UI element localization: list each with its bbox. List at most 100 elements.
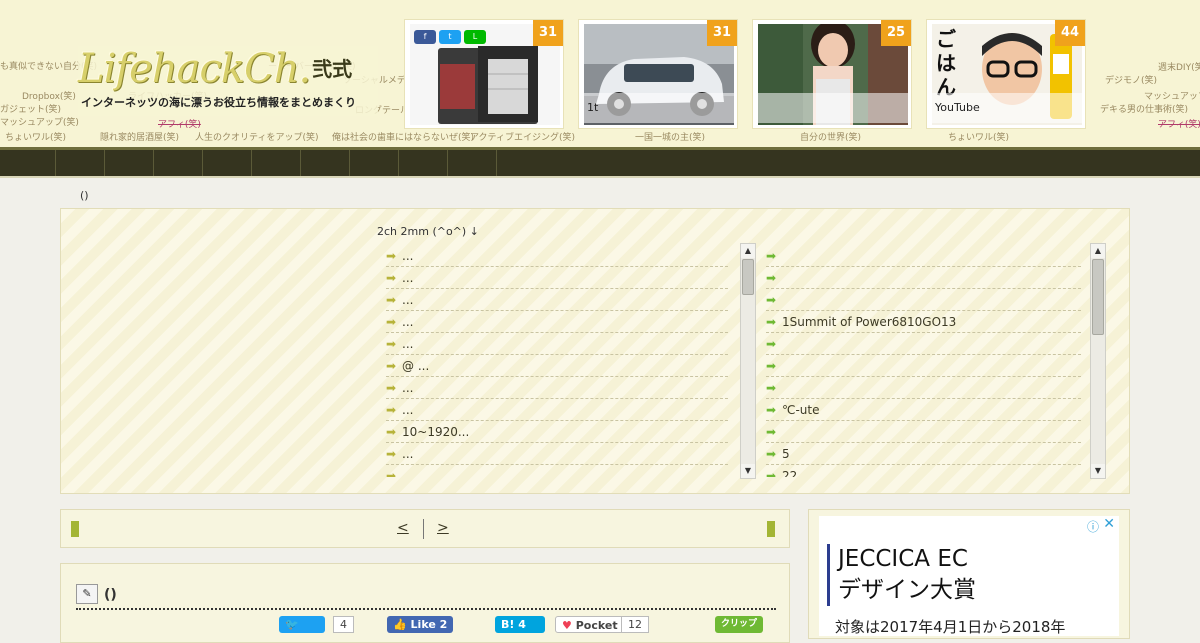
header-tag: デキる男の仕事術(笑) bbox=[1100, 105, 1189, 115]
arrow-icon: ➡ bbox=[386, 249, 397, 263]
arrow-icon: ➡ bbox=[386, 271, 397, 285]
scroll-down-arrow-icon[interactable]: ▼ bbox=[1091, 464, 1105, 478]
rss-list-item[interactable]: ➡ bbox=[766, 421, 1081, 443]
ad-banner[interactable]: ⓘ ✕ JECCICA EC デザイン大賞 対象は2017年4月1日から2018… bbox=[819, 516, 1119, 636]
header-tag: ガジェット(笑) bbox=[0, 105, 62, 115]
arrow-icon: ➡ bbox=[386, 337, 397, 351]
svg-text:は: は bbox=[936, 51, 956, 75]
rss-item-title: ... bbox=[402, 315, 414, 329]
rss-item-title: ... bbox=[402, 293, 414, 307]
header-tag: Dropbox(笑) bbox=[22, 92, 76, 102]
rss-list-item[interactable]: ➡ 5 bbox=[766, 443, 1081, 465]
tweet-button[interactable]: 🐦 bbox=[279, 616, 325, 633]
rss-list-item[interactable]: ➡ ℃-ute bbox=[766, 399, 1081, 421]
site-logo[interactable]: LifehackCh. 弐式 インターネッツの海に漂うお役立ち情報をまとめまくり bbox=[78, 46, 378, 116]
rss-list-item[interactable]: ➡ 22 bbox=[766, 465, 1081, 477]
rss-list-right: ➡ ➡ ➡ ➡ 1Summit of Power6810GO13 ➡ ➡ ➡ ➡ ℃-ute ➡ ➡ 5… bbox=[766, 245, 1081, 477]
hatena-bookmark-button[interactable]: B! 4 bbox=[495, 616, 545, 633]
header-tag: ちょいワル(笑) bbox=[5, 133, 67, 143]
header-tag: 俺は社会の歯車にはならないぜ(笑) bbox=[332, 133, 475, 143]
thumbs-up-icon: 👍 bbox=[393, 618, 407, 631]
header-tag: 一国一城の主(笑) bbox=[635, 133, 706, 143]
ad-headline: JECCICA EC デザイン大賞 bbox=[827, 544, 976, 606]
rss-list-item[interactable]: ➡ 10~1920... bbox=[386, 421, 728, 443]
nav-item[interactable] bbox=[399, 150, 448, 176]
svg-text:ご: ご bbox=[936, 27, 956, 51]
twitter-icon[interactable]: t bbox=[439, 30, 461, 44]
arrow-icon: ➡ bbox=[386, 381, 397, 395]
scroll-up-arrow-icon[interactable]: ▲ bbox=[741, 244, 755, 258]
arrow-icon: ➡ bbox=[766, 249, 777, 263]
header-tag: マッシュアップ(笑) bbox=[1144, 92, 1200, 102]
arrow-icon: ➡ bbox=[386, 293, 397, 307]
nav-item[interactable] bbox=[350, 150, 399, 176]
scroll-thumb[interactable] bbox=[742, 259, 754, 295]
facebook-like-button[interactable]: 👍 Like 2 bbox=[387, 616, 454, 633]
rss-item-title: @ ... bbox=[402, 359, 430, 373]
arrow-icon: ➡ bbox=[766, 425, 777, 439]
rss-list-item[interactable]: ➡ bbox=[766, 333, 1081, 355]
twitter-bird-icon: 🐦 bbox=[285, 618, 299, 631]
rss-item-title: ... bbox=[402, 447, 414, 461]
rss-left-scrollbar[interactable]: ▲ ▼ bbox=[740, 243, 756, 479]
facebook-icon[interactable]: f bbox=[414, 30, 436, 44]
ad-info-icon[interactable]: ⓘ bbox=[1087, 518, 1099, 535]
article-title-text: () bbox=[104, 587, 117, 603]
rss-list-item[interactable]: ➡ bbox=[766, 377, 1081, 399]
nav-item[interactable] bbox=[154, 150, 203, 176]
logo-text: LifehackCh. bbox=[78, 46, 311, 92]
rss-heading: 2ch 2mm (^o^) ↓ bbox=[377, 225, 479, 238]
card-caption bbox=[758, 93, 908, 123]
breadcrumb[interactable]: () bbox=[80, 189, 89, 202]
card-caption: YouTube bbox=[932, 93, 1082, 123]
nav-item[interactable] bbox=[252, 150, 301, 176]
scroll-thumb[interactable] bbox=[1092, 259, 1104, 335]
pager-separator bbox=[423, 519, 424, 539]
rss-list-item[interactable]: ➡ 1Summit of Power6810GO13 bbox=[766, 311, 1081, 333]
featured-card-1[interactable]: ftL 31 bbox=[404, 19, 564, 129]
nav-item[interactable] bbox=[0, 150, 56, 176]
rss-list-item[interactable]: ➡... bbox=[386, 245, 728, 267]
rss-list-item[interactable]: ➡... bbox=[386, 465, 728, 477]
rss-list-item[interactable]: ➡... bbox=[386, 377, 728, 399]
rss-right-scrollbar[interactable]: ▲ ▼ bbox=[1090, 243, 1106, 479]
arrow-icon: ➡ bbox=[766, 337, 777, 351]
scroll-down-arrow-icon[interactable]: ▼ bbox=[741, 464, 755, 478]
header-tag: 人生のクオリティをアップ(笑) bbox=[195, 133, 319, 143]
rss-item-title: 22 bbox=[782, 469, 798, 477]
rss-list-item[interactable]: ➡... bbox=[386, 333, 728, 355]
rss-item-title: ... bbox=[402, 271, 414, 285]
nav-item[interactable] bbox=[301, 150, 350, 176]
rss-list-item[interactable]: ➡ bbox=[766, 355, 1081, 377]
rss-list-item[interactable]: ➡... bbox=[386, 399, 728, 421]
prev-article-link[interactable]: < bbox=[397, 520, 409, 536]
rss-list-item[interactable]: ➡ @ ... bbox=[386, 355, 728, 377]
next-article-link[interactable]: > bbox=[437, 520, 509, 536]
arrow-icon: ➡ bbox=[386, 469, 397, 477]
rss-list-item[interactable]: ➡ bbox=[766, 245, 1081, 267]
rss-list-item[interactable]: ➡ bbox=[766, 267, 1081, 289]
featured-card-2[interactable]: 31 1t bbox=[578, 19, 738, 129]
scroll-up-arrow-icon[interactable]: ▲ bbox=[1091, 244, 1105, 258]
card-caption: 1t bbox=[584, 93, 734, 123]
nav-item[interactable] bbox=[105, 150, 154, 176]
featured-card-4[interactable]: ご は ん 44 YouTube bbox=[926, 19, 1086, 129]
rss-item-title: 5 bbox=[782, 447, 790, 461]
rss-list-item[interactable]: ➡... bbox=[386, 267, 728, 289]
nav-item[interactable] bbox=[203, 150, 252, 176]
line-icon[interactable]: L bbox=[464, 30, 486, 44]
rss-list-item[interactable]: ➡... bbox=[386, 289, 728, 311]
tweet-count: 4 bbox=[333, 616, 354, 633]
header-tag: 自分の世界(笑) bbox=[800, 133, 862, 143]
pocket-button[interactable]: ♥ Pocket bbox=[555, 616, 625, 633]
featured-card-3[interactable]: 25 bbox=[752, 19, 912, 129]
rss-list-item[interactable]: ➡ bbox=[766, 289, 1081, 311]
arrow-icon: ➡ bbox=[766, 271, 777, 285]
site-tagline: インターネッツの海に漂うお役立ち情報をまとめまくり bbox=[81, 96, 356, 109]
rss-list-item[interactable]: ➡... bbox=[386, 311, 728, 333]
nav-item[interactable] bbox=[448, 150, 497, 176]
rss-list-item[interactable]: ➡... bbox=[386, 443, 728, 465]
evernote-clip-button[interactable]: クリップ bbox=[715, 616, 764, 633]
ad-close-icon[interactable]: ✕ bbox=[1103, 516, 1115, 532]
nav-item[interactable] bbox=[56, 150, 105, 176]
